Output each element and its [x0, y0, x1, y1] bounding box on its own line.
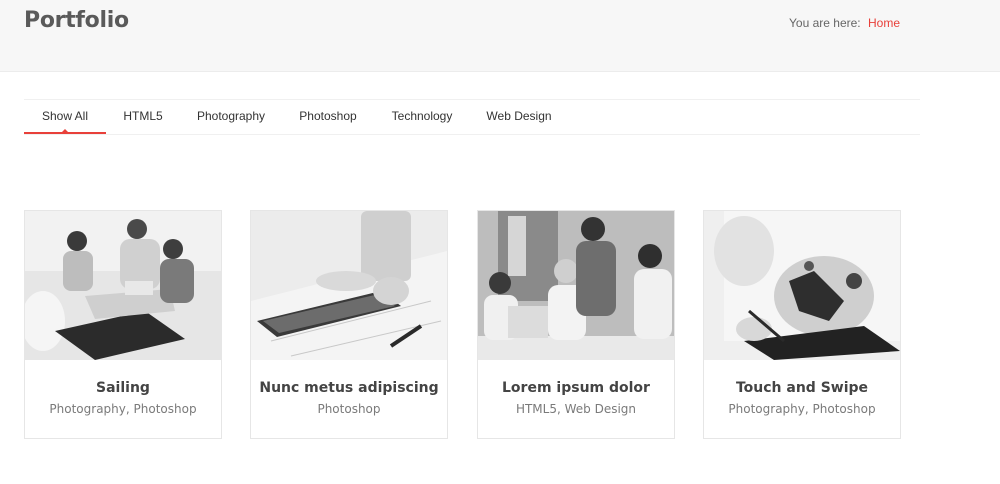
filter-tab-show-all[interactable]: Show All	[24, 100, 106, 134]
drawing-tshirt-photo[interactable]	[704, 211, 900, 360]
portfolio-item-title[interactable]: Sailing	[25, 380, 221, 396]
filter-tab-html5[interactable]: HTML5	[120, 100, 166, 134]
portfolio-item[interactable]: Nunc metus adipiscing Photoshop	[250, 210, 448, 439]
portfolio-item-categories: HTML5, Web Design	[515, 402, 637, 416]
portfolio-item-categories: Photoshop	[317, 402, 381, 416]
breadcrumb-home-link[interactable]: Home	[868, 16, 900, 30]
portfolio-item[interactable]: Touch and Swipe Photography, Photoshop	[703, 210, 901, 439]
portfolio-item[interactable]: Lorem ipsum dolor HTML5, Web Design	[477, 210, 675, 439]
filter-tab-web-design[interactable]: Web Design	[484, 100, 554, 134]
portfolio-item-categories: Photography, Photoshop	[49, 402, 197, 416]
portfolio-item-title[interactable]: Lorem ipsum dolor	[478, 380, 674, 396]
portfolio-item[interactable]: Sailing Photography, Photoshop	[24, 210, 222, 439]
page-header: Portfolio You are here: Home	[0, 0, 1000, 72]
office-group-photo[interactable]	[478, 211, 674, 360]
team-meeting-photo[interactable]	[25, 211, 221, 360]
portfolio-item-title[interactable]: Touch and Swipe	[704, 380, 900, 396]
tablet-hands-photo[interactable]	[251, 211, 447, 360]
portfolio-item-title[interactable]: Nunc metus adipiscing	[251, 380, 447, 396]
portfolio-filter-bar: Show All HTML5 Photography Photoshop Tec…	[24, 99, 920, 135]
filter-tab-photography[interactable]: Photography	[196, 100, 266, 134]
filter-tab-photoshop[interactable]: Photoshop	[296, 100, 360, 134]
breadcrumb-prefix: You are here:	[789, 16, 861, 30]
portfolio-item-categories: Photography, Photoshop	[728, 402, 876, 416]
filter-tab-technology[interactable]: Technology	[390, 100, 454, 134]
page-title: Portfolio	[24, 8, 129, 33]
breadcrumb: You are here: Home	[789, 16, 900, 30]
